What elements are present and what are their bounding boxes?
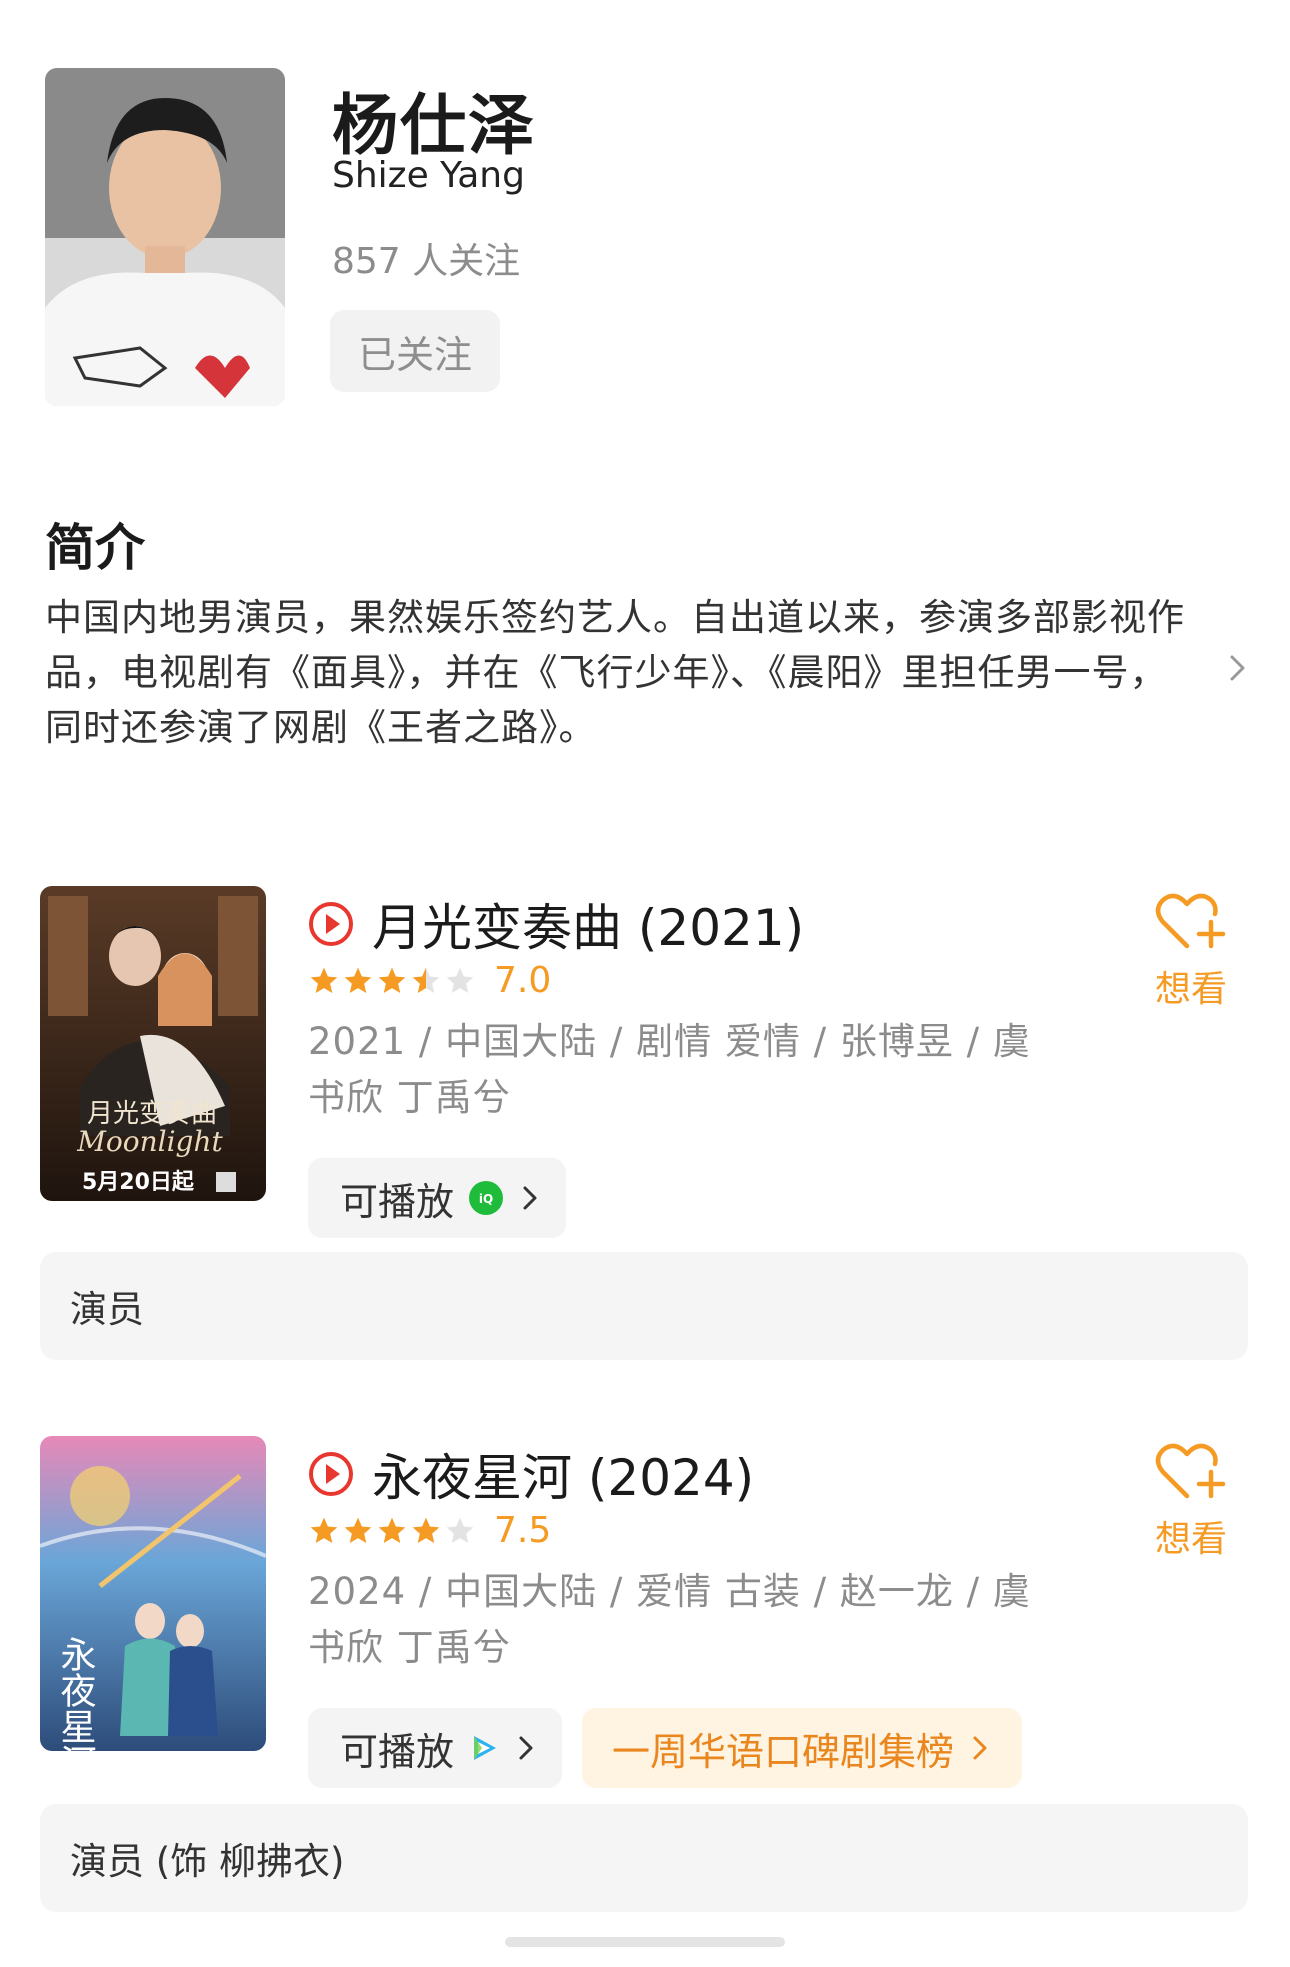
work-poster[interactable]: 月光变奏曲 Moonlight 5月20日起	[40, 886, 266, 1201]
half-star-icon	[412, 967, 440, 993]
playable-label: 可播放	[340, 1729, 455, 1774]
empty-star-icon	[446, 967, 474, 993]
play-icon	[309, 902, 353, 946]
rating-row: 7.5	[308, 1510, 551, 1551]
chevron-right-icon[interactable]	[1222, 653, 1252, 683]
heart-plus-icon	[1155, 893, 1226, 949]
chevron-right-icon	[519, 1736, 533, 1760]
role-bar: 演员 (饰 柳拂衣)	[40, 1804, 1248, 1912]
ranking-badge-button[interactable]: 一周华语口碑剧集榜	[582, 1708, 1023, 1788]
svg-text:iQ: iQ	[479, 1192, 493, 1206]
artist-name: 杨仕泽	[332, 87, 536, 164]
artist-avatar[interactable]	[45, 68, 285, 406]
playable-label: 可播放	[340, 1179, 455, 1224]
work-score: 7.5	[494, 1510, 552, 1551]
home-indicator[interactable]	[505, 1937, 785, 1947]
play-icon	[309, 1452, 353, 1496]
star-icon	[310, 967, 338, 993]
playable-button[interactable]: 可播放	[308, 1708, 563, 1788]
want-to-watch-button[interactable]: 想看	[1155, 1442, 1227, 1562]
tencent-video-icon	[474, 1736, 497, 1760]
star-rating	[308, 965, 476, 997]
poster-title: 永夜星河	[55, 1636, 97, 1751]
rating-row: 7.0	[308, 960, 551, 1001]
empty-star-icon	[446, 1517, 474, 1543]
work-score: 7.0	[494, 960, 552, 1001]
work-title-row[interactable]: 月光变奏曲 (2021)	[308, 888, 804, 960]
want-label: 想看	[1155, 1519, 1228, 1560]
follower-count: 857 人关注	[332, 241, 521, 282]
playable-button[interactable]: 可播放 iQ	[308, 1158, 567, 1238]
work-title-row[interactable]: 永夜星河 (2024)	[308, 1438, 754, 1510]
work-meta: 2024 / 中国大陆 / 爱情 古装 / 赵一龙 / 虞书欣 丁禹兮	[308, 1570, 1031, 1669]
heart-plus-icon	[1155, 1443, 1226, 1499]
poster-script-title: Moonlight	[76, 1125, 223, 1158]
work-poster[interactable]: 永夜星河	[40, 1436, 266, 1751]
star-icon	[412, 1517, 440, 1543]
followed-button[interactable]: 已关注	[330, 310, 500, 392]
want-to-watch-button[interactable]: 想看	[1155, 892, 1227, 1012]
ranking-label: 一周华语口碑剧集榜	[612, 1729, 955, 1774]
star-icon	[344, 967, 372, 993]
star-icon	[344, 1517, 372, 1543]
star-icon	[310, 1517, 338, 1543]
work-meta: 2021 / 中国大陆 / 剧情 爱情 / 张博昱 / 虞书欣 丁禹兮	[308, 1020, 1031, 1119]
artist-english-name: Shize Yang	[332, 155, 525, 196]
poster-date: 5月20日起	[82, 1170, 195, 1195]
intro-text[interactable]: 中国内地男演员，果然娱乐签约艺人。自出道以来，参演多部影视作品，电视剧有《面具》…	[45, 590, 1195, 755]
star-icon	[378, 1517, 406, 1543]
chevron-right-icon	[973, 1736, 987, 1760]
want-label: 想看	[1155, 969, 1228, 1010]
star-icon	[378, 967, 406, 993]
role-bar: 演员	[40, 1252, 1248, 1360]
intro-heading: 简介	[45, 519, 145, 577]
chevron-right-icon	[523, 1186, 537, 1210]
work-title: 月光变奏曲 (2021)	[372, 899, 805, 957]
work-title: 永夜星河 (2024)	[372, 1449, 755, 1507]
star-rating	[308, 1515, 476, 1547]
iqiyi-icon: iQ	[469, 1181, 504, 1215]
